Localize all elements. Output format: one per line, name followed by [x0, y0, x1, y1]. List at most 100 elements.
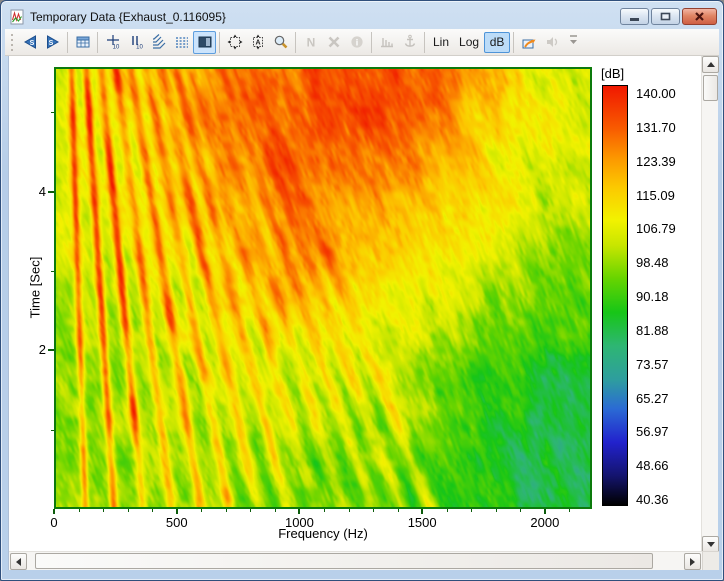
left-arrow-icon — [12, 558, 21, 566]
scroll-right-button[interactable] — [684, 553, 701, 570]
x-tick — [176, 509, 178, 514]
restore-icon — [660, 12, 671, 21]
toolbar-separator — [513, 32, 514, 53]
minimize-button[interactable] — [620, 8, 649, 25]
toolbar-grip[interactable] — [9, 32, 16, 52]
play-sound-button — [540, 31, 563, 54]
app-icon — [9, 9, 25, 25]
scroll-left-button[interactable] — [10, 553, 27, 570]
app-window: Temporary Data {Exhaust_0.116095} S S — [0, 0, 724, 581]
y-minor-tick — [51, 430, 54, 431]
colormap-view-icon — [197, 34, 213, 50]
waterfall-view-button[interactable] — [147, 31, 170, 54]
restore-button[interactable] — [651, 8, 680, 25]
x-minor-tick — [520, 509, 521, 512]
anchor-marker-icon — [402, 34, 418, 50]
x-minor-tick — [496, 509, 497, 512]
previous-record-button[interactable]: S — [18, 31, 41, 54]
colorbar — [602, 85, 628, 506]
x-minor-tick — [103, 509, 104, 512]
colorbar-tick-label: 123.39 — [636, 154, 676, 169]
previous-record-icon: S — [22, 34, 38, 50]
zoom-in-button[interactable] — [269, 31, 292, 54]
svg-text:S: S — [29, 40, 34, 47]
spectrogram-plot[interactable] — [54, 67, 592, 509]
x-minor-tick — [447, 509, 448, 512]
lin-scale-button[interactable]: Lin — [428, 32, 454, 53]
colorbar-tick-label: 73.57 — [636, 357, 669, 372]
colorbar-unit-label: [dB] — [601, 66, 624, 81]
x-minor-tick — [79, 509, 80, 512]
scroll-up-button[interactable] — [702, 56, 719, 73]
vertical-scrollbar[interactable] — [701, 56, 718, 553]
x-minor-tick — [250, 509, 251, 512]
db-scale-button[interactable]: dB — [484, 32, 510, 53]
zoom-fit-icon — [227, 34, 243, 50]
log-scale-button[interactable]: Log — [454, 32, 484, 53]
colorbar-tick-label: 106.79 — [636, 221, 676, 236]
up-arrow-icon — [707, 58, 715, 67]
data-grid-icon — [75, 34, 91, 50]
svg-text:A: A — [255, 40, 260, 47]
toolbar-overflow-icon — [569, 32, 578, 48]
colormap-view-button[interactable] — [193, 31, 216, 54]
x-minor-tick — [324, 509, 325, 512]
x-minor-tick — [398, 509, 399, 512]
zoom-fit-button[interactable] — [223, 31, 246, 54]
fit-curve-button: N — [299, 31, 322, 54]
x-minor-tick — [373, 509, 374, 512]
waterfall-view-icon — [151, 34, 167, 50]
export-icon — [521, 34, 537, 50]
resize-grip[interactable] — [702, 551, 719, 570]
zoom-auto-y-button[interactable]: A — [246, 31, 269, 54]
colorbar-tick-label: 40.36 — [636, 492, 669, 507]
client-area: Time [Sec] Frequency (Hz) 05001000150020… — [8, 56, 718, 570]
window-title: Temporary Data {Exhaust_0.116095} — [30, 10, 226, 24]
x-minor-tick — [569, 509, 570, 512]
y-tick — [48, 191, 54, 193]
toolbar-overflow-button[interactable] — [569, 32, 578, 53]
colorbar-tick-label: 115.09 — [636, 188, 675, 203]
harmonic-cursor-button[interactable]: 10 — [124, 31, 147, 54]
x-tick — [53, 509, 55, 514]
toolbar-separator — [67, 32, 68, 53]
magnifier-icon — [273, 34, 289, 50]
x-tick-label: 1000 — [269, 515, 329, 530]
x-tick — [544, 509, 546, 514]
fit-curve-icon: N — [303, 34, 319, 50]
y-tick-label: 4 — [24, 184, 46, 199]
toolbar-separator — [371, 32, 372, 53]
speaker-icon — [544, 34, 560, 50]
delete-curve-icon — [326, 34, 342, 50]
anchor-marker-button — [398, 31, 421, 54]
close-button[interactable] — [682, 8, 717, 25]
svg-text:i: i — [355, 38, 358, 48]
y-tick — [48, 349, 54, 351]
toolbar-separator — [219, 32, 220, 53]
close-icon — [694, 12, 705, 21]
horizontal-scrollbar[interactable] — [9, 551, 702, 570]
horizontal-scroll-thumb[interactable] — [35, 553, 653, 569]
vertical-scroll-thumb[interactable] — [703, 75, 718, 101]
export-button[interactable] — [517, 31, 540, 54]
colorbar-tick-label: 56.97 — [636, 424, 669, 439]
y-minor-tick — [51, 112, 54, 113]
comb-marker-button — [375, 31, 398, 54]
single-cursor-button[interactable]: 10 — [101, 31, 124, 54]
title-bar[interactable]: Temporary Data {Exhaust_0.116095} — [5, 4, 719, 29]
y-axis-label: Time [Sec] — [28, 248, 43, 328]
data-grid-button[interactable] — [71, 31, 94, 54]
toolbar-separator — [295, 32, 296, 53]
window-controls — [620, 8, 719, 25]
colorbar-tick-label: 131.70 — [636, 120, 676, 135]
svg-text:10: 10 — [136, 45, 143, 51]
toolbar-separator — [97, 32, 98, 53]
next-record-icon: S — [45, 34, 61, 50]
colorbar-tick-label: 65.27 — [636, 391, 669, 406]
colorbar-tick-label: 48.66 — [636, 458, 669, 473]
x-tick-label: 0 — [24, 515, 84, 530]
next-record-button[interactable]: S — [41, 31, 64, 54]
toolbar: S S 10 10 — [5, 29, 719, 56]
curve-display-button[interactable] — [170, 31, 193, 54]
svg-text:N: N — [306, 36, 315, 50]
